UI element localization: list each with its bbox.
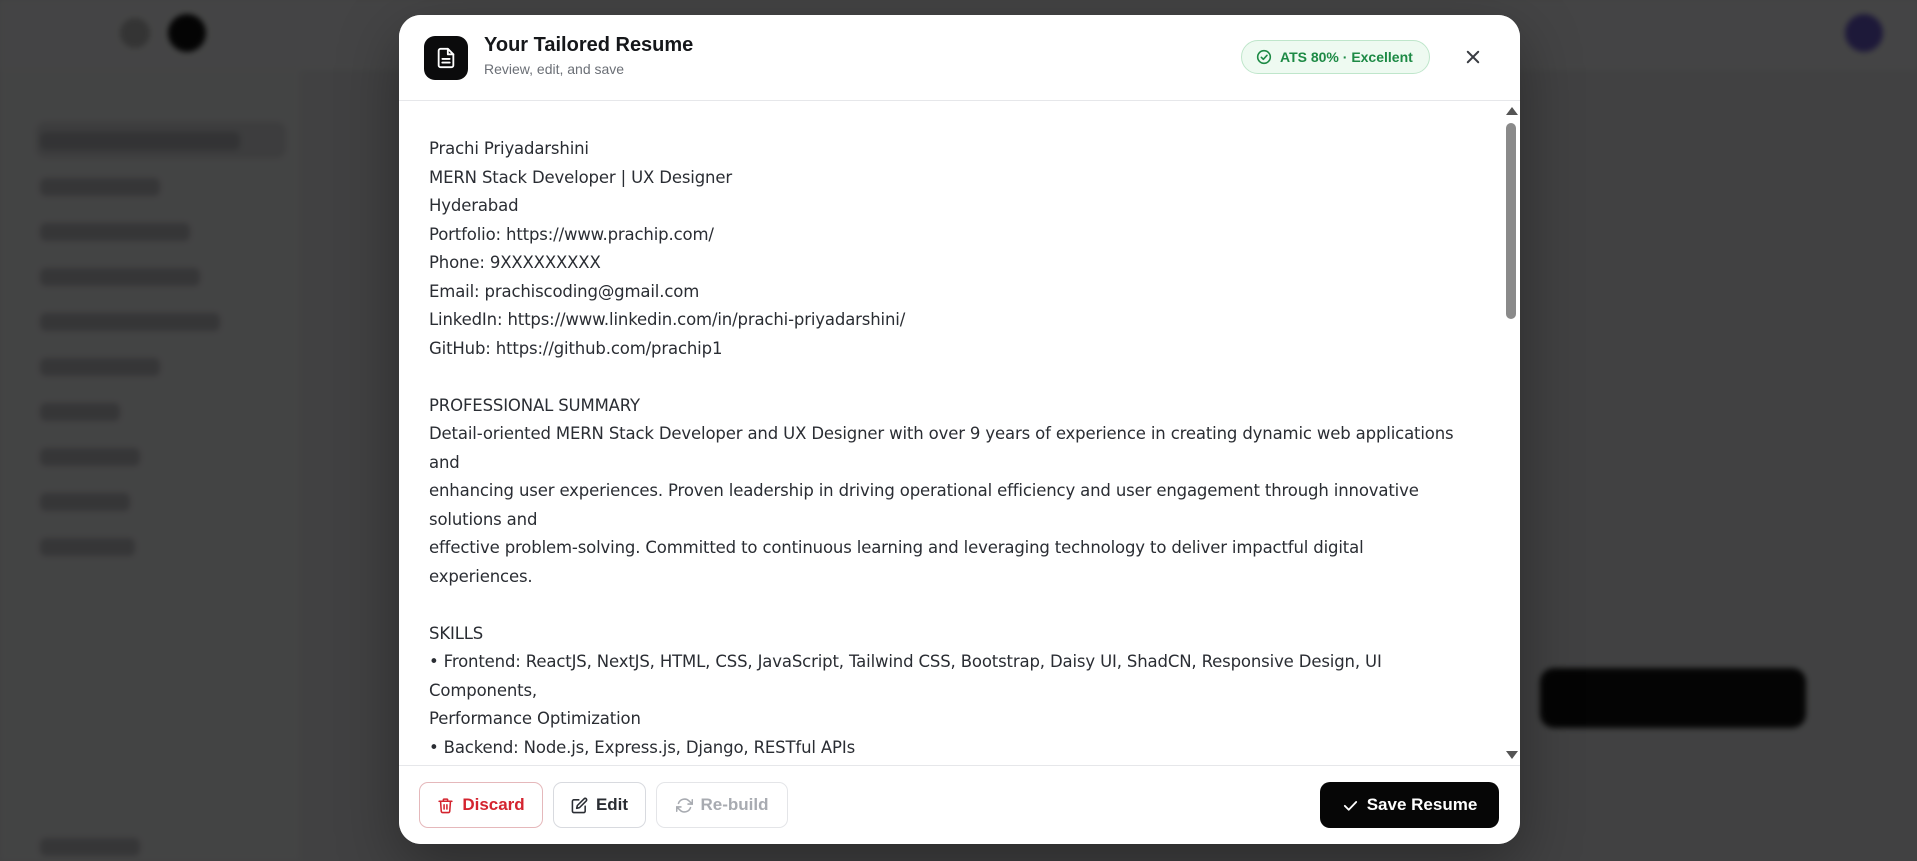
edit-button[interactable]: Edit bbox=[553, 782, 646, 828]
modal-title: Your Tailored Resume bbox=[484, 34, 694, 56]
refresh-icon bbox=[675, 797, 693, 814]
scroll-down-arrow-icon[interactable] bbox=[1506, 751, 1518, 759]
save-resume-button[interactable]: Save Resume bbox=[1320, 782, 1499, 828]
modal-header: Your Tailored Resume Review, edit, and s… bbox=[399, 15, 1520, 101]
edit-icon bbox=[571, 797, 588, 814]
rebuild-label: Re-build bbox=[700, 795, 769, 814]
discard-button[interactable]: Discard bbox=[419, 782, 543, 828]
discard-label: Discard bbox=[462, 795, 525, 814]
edit-label: Edit bbox=[595, 795, 629, 814]
close-icon bbox=[1464, 48, 1482, 66]
modal-subtitle: Review, edit, and save bbox=[484, 61, 625, 77]
resume-content-area[interactable]: Prachi Priyadarshini MERN Stack Develope… bbox=[399, 101, 1502, 765]
close-button[interactable] bbox=[1461, 45, 1485, 69]
ats-score-badge: ATS 80% · Excellent bbox=[1241, 40, 1430, 74]
check-icon bbox=[1342, 797, 1359, 814]
tailored-resume-modal: Your Tailored Resume Review, edit, and s… bbox=[399, 15, 1520, 844]
scrollbar-thumb[interactable] bbox=[1506, 123, 1516, 319]
trash-icon bbox=[437, 797, 454, 814]
rebuild-button[interactable]: Re-build bbox=[656, 782, 788, 828]
resume-scrollbar[interactable] bbox=[1502, 101, 1520, 765]
document-icon bbox=[424, 36, 468, 80]
resume-text[interactable]: Prachi Priyadarshini MERN Stack Develope… bbox=[399, 101, 1502, 765]
scroll-up-arrow-icon[interactable] bbox=[1506, 107, 1518, 115]
check-circle-icon bbox=[1256, 49, 1272, 65]
ats-score-label: ATS 80% · Excellent bbox=[1280, 49, 1413, 65]
modal-footer: Discard Edit Re-build Save Resume bbox=[399, 765, 1520, 844]
save-resume-label: Save Resume bbox=[1366, 795, 1478, 814]
